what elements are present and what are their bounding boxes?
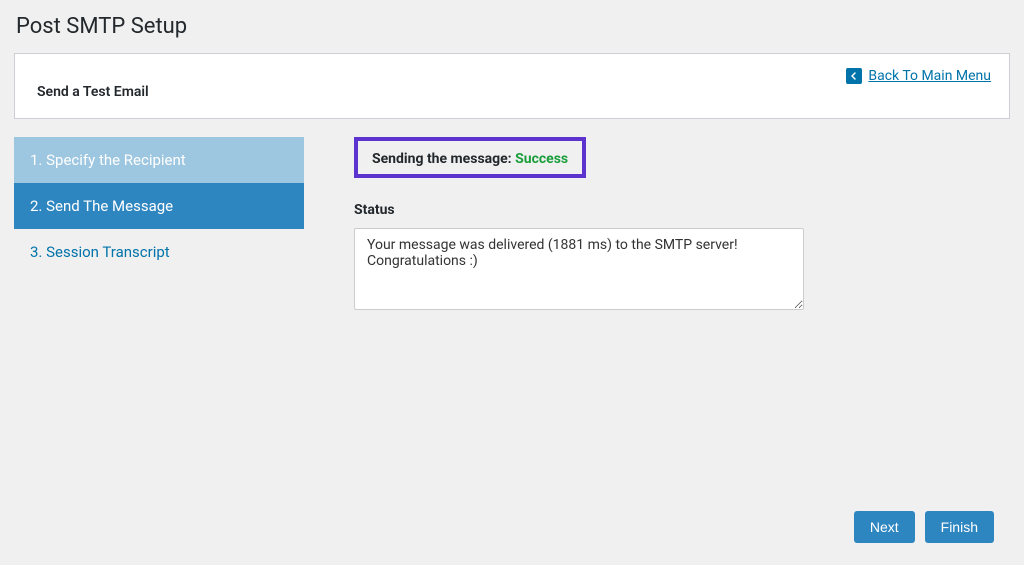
card-title: Send a Test Email [37,84,987,100]
footer-buttons: Next Finish [854,511,994,543]
step-label: Send The Message [46,197,173,215]
card-header: Send a Test Email Back To Main Menu [14,53,1010,119]
step-num: 3. [30,243,42,261]
page-title: Post SMTP Setup [14,14,1010,39]
arrow-left-icon [846,68,862,84]
step-content: Sending the message: Success Status [354,137,1010,314]
step-specify-recipient[interactable]: 1. Specify the Recipient [14,137,304,183]
step-send-message[interactable]: 2. Send The Message [14,183,304,229]
back-to-main-link[interactable]: Back To Main Menu [846,68,991,84]
step-label: Specify the Recipient [46,151,186,169]
sending-label: Sending the message: [372,151,515,167]
next-button[interactable]: Next [854,511,915,543]
sending-result-box: Sending the message: Success [354,137,586,178]
sending-status: Success [515,151,568,167]
step-session-transcript[interactable]: 3. Session Transcript [14,229,304,275]
back-to-main-label: Back To Main Menu [868,68,991,84]
wizard: 1. Specify the Recipient 2. Send The Mes… [14,137,1010,314]
status-heading: Status [354,202,1010,218]
steps-list: 1. Specify the Recipient 2. Send The Mes… [14,137,304,314]
step-num: 1. [30,151,42,169]
step-num: 2. [30,197,42,215]
finish-button[interactable]: Finish [925,511,994,543]
status-textarea[interactable] [354,228,804,310]
step-label: Session Transcript [46,243,170,261]
